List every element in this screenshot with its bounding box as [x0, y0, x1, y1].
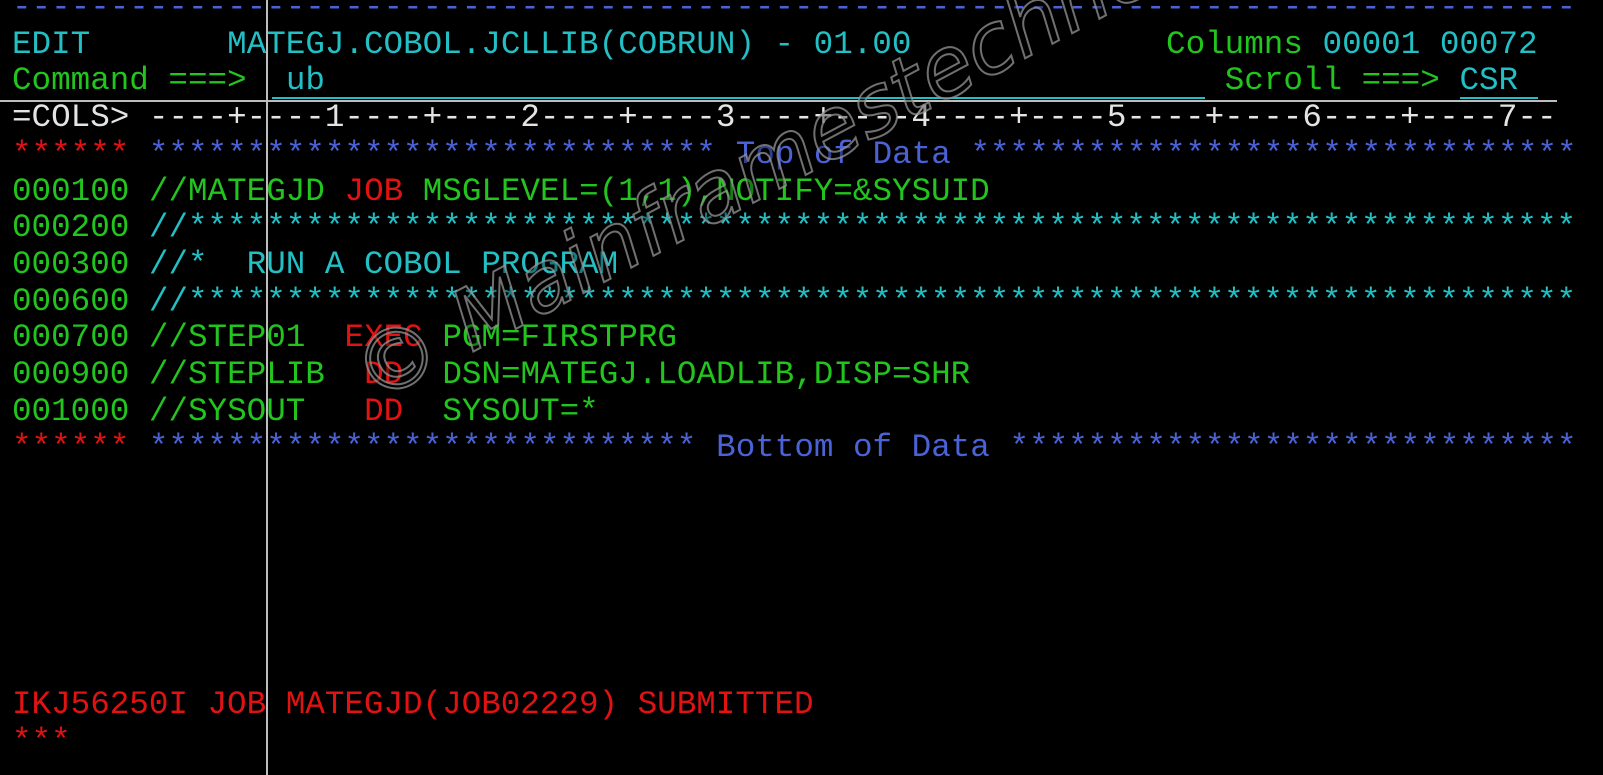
line-number[interactable]: 000200	[12, 210, 129, 246]
line-text[interactable]: //SYSOUT	[149, 393, 305, 430]
line-number[interactable]: 000600	[12, 283, 129, 320]
top-marker-prefix: ******	[12, 135, 130, 173]
line-number[interactable]: 001000	[12, 393, 129, 430]
dataset-title: MATEGJ.COBOL.JCLLIB(COBRUN) - 01.00	[227, 25, 912, 63]
line-text[interactable]: //STEPLIB	[149, 357, 325, 393]
bottom-marker-right: *****************************	[1009, 429, 1577, 467]
line-number[interactable]: 000700	[12, 320, 129, 356]
bottom-marker-left: ****************************	[148, 429, 697, 467]
line-comment[interactable]: //**************************************…	[149, 283, 1576, 320]
cols-label: =COLS>	[12, 99, 130, 137]
line-operands[interactable]: SYSOUT=*	[442, 393, 598, 430]
bottom-of-data: Bottom of Data	[716, 429, 990, 467]
submit-message: IKJ56250I JOB MATEGJD(JOB02229) SUBMITTE…	[12, 686, 814, 724]
line-comment[interactable]: //**************************************…	[149, 210, 1576, 246]
command-input[interactable]: ub	[286, 63, 325, 99]
top-marker-left: *****************************	[148, 135, 716, 173]
command-label: Command ===>	[12, 62, 247, 100]
line-number[interactable]: 000100	[12, 173, 129, 210]
mode-label: EDIT	[12, 25, 91, 63]
bottom-marker-prefix: ******	[12, 429, 130, 467]
line-operands[interactable]: DSN=MATEGJ.LOADLIB,DISP=SHR	[442, 357, 970, 393]
top-marker-right: *******************************	[970, 135, 1577, 173]
line-text[interactable]: //MATEGJD	[149, 173, 325, 210]
line-number[interactable]: 000300	[12, 246, 129, 283]
scroll-input[interactable]: CSR	[1459, 63, 1518, 99]
line-number[interactable]: 000900	[12, 357, 129, 393]
message-marker: ***	[12, 723, 71, 760]
line-keyword[interactable]: JOB	[345, 173, 404, 210]
line-text[interactable]: //STEP01	[149, 320, 305, 356]
top-separator: ----------------------------------------…	[12, 0, 1577, 26]
columns-label: Columns	[1166, 25, 1303, 63]
crosshair-cursor-line	[266, 0, 268, 775]
scroll-label: Scroll ===>	[1224, 62, 1440, 100]
columns-value: 00001 00072	[1322, 25, 1538, 63]
